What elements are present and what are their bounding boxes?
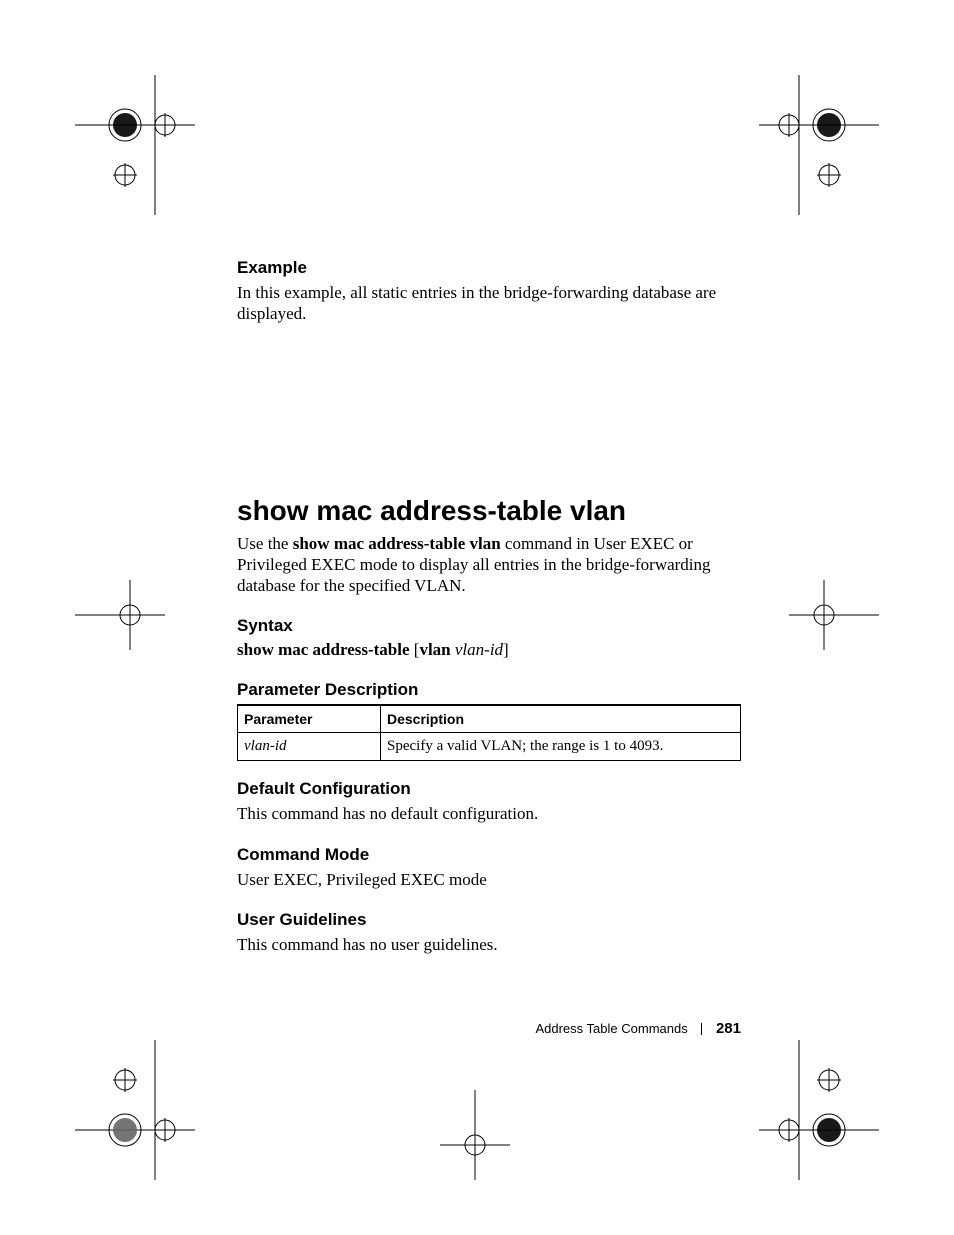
syntax-end: ]	[503, 640, 509, 659]
heading-parameter-description: Parameter Description	[237, 680, 741, 700]
th-parameter: Parameter	[238, 705, 381, 733]
td-param: vlan-id	[238, 733, 381, 761]
parameter-table: Parameter Description vlan-id Specify a …	[237, 704, 741, 761]
crop-mark-icon	[789, 580, 879, 650]
intro-prefix: Use the	[237, 534, 293, 553]
content-area: Example In this example, all static entr…	[237, 258, 741, 975]
heading-command-mode: Command Mode	[237, 845, 741, 865]
example-body: In this example, all static entries in t…	[237, 282, 741, 325]
page-number: 281	[716, 1020, 741, 1037]
crop-mark-icon	[75, 75, 195, 215]
heading-syntax: Syntax	[237, 616, 741, 636]
crop-mark-icon	[75, 1040, 195, 1180]
page-footer: Address Table Commands 281	[237, 1020, 741, 1037]
crop-mark-icon	[759, 75, 879, 215]
command-intro: Use the show mac address-table vlan comm…	[237, 533, 741, 597]
crop-mark-icon	[440, 1090, 510, 1180]
footer-separator-icon	[701, 1023, 702, 1035]
command-mode-body: User EXEC, Privileged EXEC mode	[237, 869, 741, 890]
syntax-line: show mac address-table [vlan vlan-id]	[237, 640, 741, 660]
crop-mark-icon	[75, 580, 165, 650]
heading-user-guidelines: User Guidelines	[237, 910, 741, 930]
table-header-row: Parameter Description	[238, 705, 741, 733]
heading-example: Example	[237, 258, 741, 278]
page: Example In this example, all static entr…	[0, 0, 954, 1235]
td-desc: Specify a valid VLAN; the range is 1 to …	[381, 733, 741, 761]
syntax-bold2: vlan	[419, 640, 450, 659]
syntax-ital: vlan-id	[455, 640, 503, 659]
user-guidelines-body: This command has no user guidelines.	[237, 934, 741, 955]
intro-bold: show mac address-table vlan	[293, 534, 501, 553]
footer-section: Address Table Commands	[535, 1021, 687, 1036]
default-configuration-body: This command has no default configuratio…	[237, 803, 741, 824]
syntax-mid1: [	[410, 640, 420, 659]
crop-mark-icon	[759, 1040, 879, 1180]
heading-default-configuration: Default Configuration	[237, 779, 741, 799]
table-row: vlan-id Specify a valid VLAN; the range …	[238, 733, 741, 761]
th-description: Description	[381, 705, 741, 733]
syntax-bold1: show mac address-table	[237, 640, 410, 659]
command-title: show mac address-table vlan	[237, 495, 741, 527]
